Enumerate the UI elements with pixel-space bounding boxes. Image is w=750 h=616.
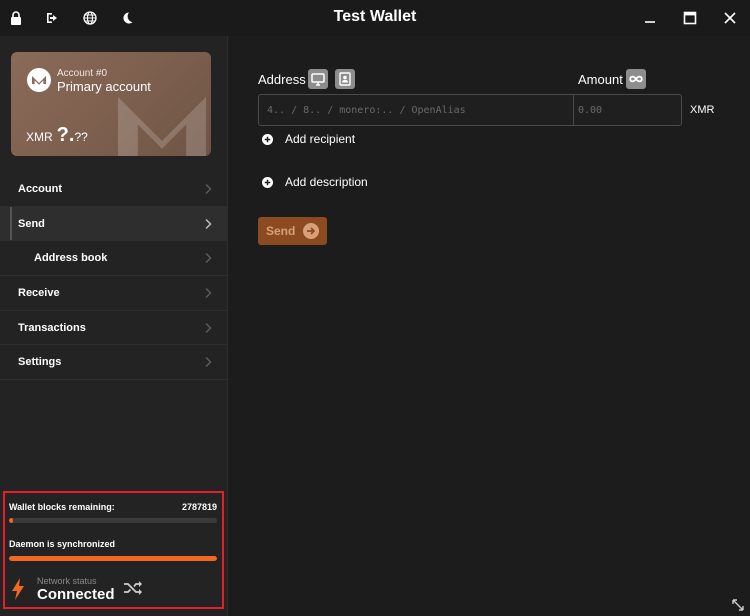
sync-status-panel: Wallet blocks remaining: 2787819 Daemon … xyxy=(3,491,224,609)
plus-circle-icon xyxy=(262,176,273,188)
wallet-blocks-value: 2787819 xyxy=(181,502,217,512)
monero-watermark-icon xyxy=(118,97,206,156)
network-status: Network status Connected xyxy=(11,574,216,604)
add-recipient-button[interactable]: Add recipient xyxy=(262,132,355,146)
moon-icon[interactable] xyxy=(119,10,135,26)
amount-input[interactable] xyxy=(574,95,681,125)
add-recipient-label: Add recipient xyxy=(285,132,356,146)
send-all-button[interactable] xyxy=(626,69,646,89)
close-icon xyxy=(724,12,736,24)
globe-icon[interactable] xyxy=(82,10,98,26)
window-controls xyxy=(638,0,742,36)
minimize-button[interactable] xyxy=(638,6,662,30)
amount-unit: XMR xyxy=(690,104,715,116)
sidebar-item-receive[interactable]: Receive xyxy=(0,276,228,311)
sidebar-item-label: Address book xyxy=(34,252,108,265)
sidebar-item-settings[interactable]: Settings xyxy=(0,345,228,381)
balance-main: ?. xyxy=(56,124,75,146)
monero-logo-icon xyxy=(27,68,51,92)
chevron-right-icon xyxy=(202,252,214,264)
daemon-sync-progress-bar xyxy=(9,556,217,561)
sidebar-item-account[interactable]: Account xyxy=(0,172,228,207)
sidebar-item-send[interactable]: Send xyxy=(0,206,228,242)
resize-handle[interactable] xyxy=(732,598,744,611)
address-book-button[interactable] xyxy=(335,69,355,89)
resize-arrows-icon xyxy=(732,599,744,611)
add-description-label: Add description xyxy=(285,175,368,189)
account-number: Account #0 xyxy=(57,68,108,79)
sidebar-item-transactions[interactable]: Transactions xyxy=(0,311,228,346)
maximize-icon xyxy=(683,11,697,25)
wallet-sync-progress-bar xyxy=(9,518,217,523)
account-card[interactable]: Account #0 Primary account XMR ?.?? xyxy=(11,52,211,156)
title-bar: Test Wallet xyxy=(0,0,750,36)
network-status-label: Network status xyxy=(37,576,97,586)
address-label: Address xyxy=(258,72,306,87)
sidebar: Account #0 Primary account XMR ?.?? Acco… xyxy=(0,36,228,616)
sidebar-item-label: Send xyxy=(18,217,45,230)
chevron-right-icon xyxy=(202,218,214,230)
send-button-label: Send xyxy=(266,224,296,238)
amount-label: Amount xyxy=(578,72,623,87)
chevron-right-icon xyxy=(202,183,214,195)
shuffle-icon[interactable] xyxy=(123,580,143,596)
sidebar-item-label: Settings xyxy=(18,356,62,369)
account-name: Primary account xyxy=(57,79,151,94)
wallet-sync-progress-fill xyxy=(9,518,14,523)
address-input[interactable] xyxy=(259,95,574,125)
titlebar-left-icons xyxy=(8,0,135,36)
daemon-sync-progress-fill xyxy=(9,556,217,561)
chevron-right-icon xyxy=(202,356,214,368)
balance-fraction: ?? xyxy=(74,130,88,144)
wallet-blocks-label: Wallet blocks remaining: xyxy=(9,502,115,512)
arrow-right-circle-icon xyxy=(303,223,320,239)
balance-currency: XMR xyxy=(26,130,53,144)
monitor-icon xyxy=(311,73,325,86)
chevron-right-icon xyxy=(202,287,214,299)
sidebar-item-address-book[interactable]: Address book xyxy=(0,241,228,277)
send-button[interactable]: Send xyxy=(258,217,327,245)
sidebar-menu: Account Send Address book Receive Transa… xyxy=(0,172,228,381)
contact-book-icon xyxy=(339,72,351,86)
sidebar-item-label: Receive xyxy=(18,286,60,299)
infinity-icon xyxy=(629,75,643,83)
recipient-input-row xyxy=(258,94,682,126)
account-balance: XMR ?.?? xyxy=(26,124,88,147)
daemon-status-label: Daemon is synchronized xyxy=(9,539,116,549)
sidebar-item-label: Account xyxy=(18,182,62,195)
maximize-button[interactable] xyxy=(678,6,702,30)
lock-icon[interactable] xyxy=(8,10,24,26)
plus-circle-icon xyxy=(262,133,273,145)
minimize-icon xyxy=(645,21,655,23)
logout-icon[interactable] xyxy=(45,10,61,26)
lightning-bolt-icon xyxy=(12,578,24,600)
sidebar-item-label: Transactions xyxy=(18,321,86,334)
send-page: Address Amount XMR Add recipient Add des… xyxy=(229,36,750,616)
add-description-button[interactable]: Add description xyxy=(262,175,368,189)
wallet-blocks-row: Wallet blocks remaining: 2787819 xyxy=(9,502,217,512)
network-status-value: Connected xyxy=(37,586,115,603)
address-from-screen-button[interactable] xyxy=(308,69,328,89)
close-button[interactable] xyxy=(718,6,742,30)
chevron-right-icon xyxy=(202,322,214,334)
